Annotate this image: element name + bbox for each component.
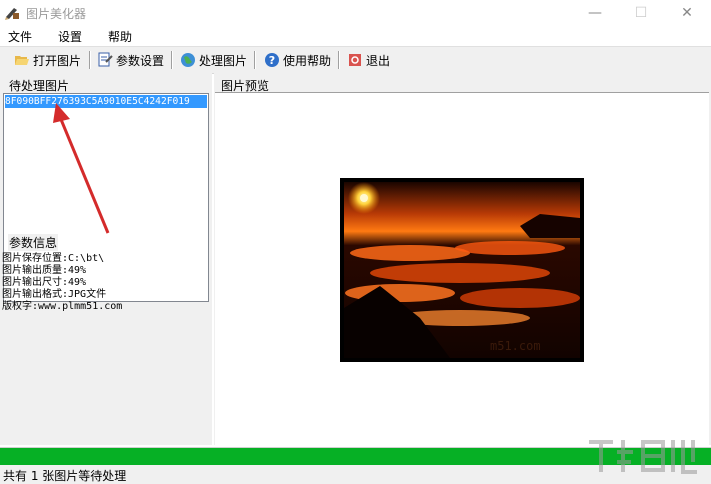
output-quality-line: 图片输出质量:49% xyxy=(2,265,87,276)
menu-settings[interactable]: 设置 xyxy=(58,28,82,45)
svg-text:?: ? xyxy=(269,54,275,67)
site-watermark-logo xyxy=(589,440,697,474)
minimize-button[interactable]: — xyxy=(572,0,618,26)
copyright-text-line: 版权字:www.plmm51.com xyxy=(2,301,123,312)
exit-button[interactable]: 退出 xyxy=(347,50,390,70)
menu-file[interactable]: 文件 xyxy=(8,28,32,45)
title-bar: 图片美化器 — ☐ ✕ xyxy=(0,0,711,26)
red-arrow-annotation xyxy=(53,103,110,234)
help-icon: ? xyxy=(264,52,280,68)
menu-bar: 文件 设置 帮助 xyxy=(0,26,711,46)
toolbar: 打开图片 参数设置 处理图片 ? 使用帮助 退出 xyxy=(0,46,711,74)
open-image-button[interactable]: 打开图片 xyxy=(14,50,81,70)
toolbar-separator xyxy=(89,51,91,69)
toolbar-separator xyxy=(254,51,256,69)
open-image-label: 打开图片 xyxy=(33,53,82,68)
pending-images-label: 待处理图片 xyxy=(8,77,71,94)
parameter-settings-button[interactable]: 参数设置 xyxy=(97,50,164,70)
process-image-label: 处理图片 xyxy=(199,53,248,68)
maximize-button[interactable]: ☐ xyxy=(618,0,664,26)
menu-help[interactable]: 帮助 xyxy=(108,28,132,45)
exit-icon xyxy=(347,52,363,68)
image-preview-area: m51.com xyxy=(215,92,709,446)
save-location-line: 图片保存位置:C:\bt\ xyxy=(2,253,105,264)
output-size-line: 图片输出尺寸:49% xyxy=(2,277,87,288)
process-image-button[interactable]: 处理图片 xyxy=(180,50,247,70)
toolbar-separator xyxy=(171,51,173,69)
pencil-image-icon xyxy=(4,5,20,21)
parameter-settings-label: 参数设置 xyxy=(116,53,165,68)
window-title: 图片美化器 xyxy=(26,7,87,21)
folder-open-icon xyxy=(14,52,30,68)
watermark-text: m51.com xyxy=(490,339,541,353)
toolbar-separator xyxy=(338,51,340,69)
parameter-info: 图片保存位置:C:\bt\ 图片输出质量:49% 图片输出尺寸:49% 图片输出… xyxy=(2,253,210,313)
globe-icon xyxy=(180,52,196,68)
usage-help-button[interactable]: ? 使用帮助 xyxy=(264,50,331,70)
status-text: 共有 1 张图片等待处理 xyxy=(3,469,127,483)
output-format-line: 图片输出格式:JPG文件 xyxy=(2,289,107,300)
preview-image: m51.com xyxy=(340,178,584,362)
settings-doc-icon xyxy=(97,52,113,68)
close-button[interactable]: ✕ xyxy=(664,0,710,26)
usage-help-label: 使用帮助 xyxy=(283,53,332,68)
exit-label: 退出 xyxy=(366,53,391,68)
right-panel: 图片预览 m51.com xyxy=(214,73,711,446)
